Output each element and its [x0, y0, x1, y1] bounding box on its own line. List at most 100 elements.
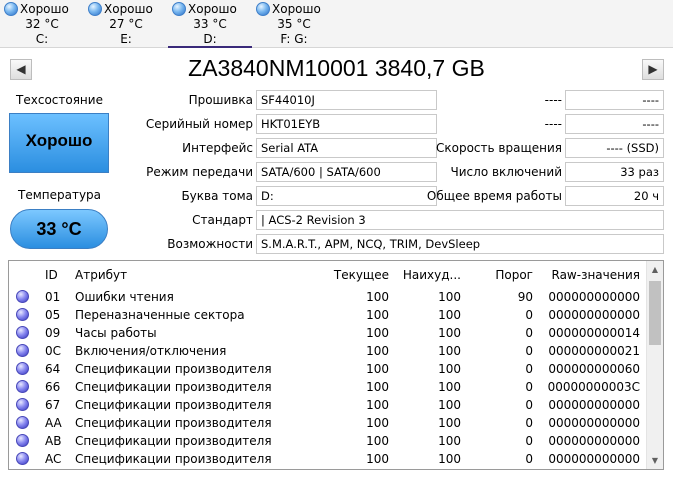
cell-current: 100: [366, 362, 389, 376]
cell-current: 100: [366, 380, 389, 394]
disk-selector-bar: Хорошо 32 °C C: Хорошо 27 °C E: Хорошо 3…: [0, 0, 673, 48]
cell-attribute: Спецификации производителя: [75, 380, 272, 394]
cell-raw: 000000000000: [548, 416, 640, 430]
attribute-status-icon: [16, 308, 29, 321]
cell-id: 05: [45, 308, 61, 322]
attribute-status-icon: [16, 290, 29, 303]
volume-label: Буква тома: [181, 189, 253, 203]
table-row[interactable]: AC Спецификации производителя 100 100 0 …: [9, 450, 647, 468]
cell-current: 100: [366, 398, 389, 412]
cell-raw: 000000000000: [548, 434, 640, 448]
cell-id: 01: [45, 290, 61, 304]
health-label: Техсостояние: [16, 93, 103, 107]
disk-temp: 32 °C: [25, 17, 59, 31]
reserved-field-1: ----: [565, 90, 664, 110]
cell-attribute: Спецификации производителя: [75, 452, 272, 466]
cell-threshold: 0: [525, 416, 533, 430]
active-tab-indicator: [168, 46, 252, 48]
col-attribute[interactable]: Атрибут: [75, 268, 127, 282]
cell-id: AC: [45, 452, 62, 466]
temperature-value: 33 °C: [36, 219, 82, 239]
cell-threshold: 0: [525, 308, 533, 322]
cell-threshold: 0: [525, 362, 533, 376]
disk-letter: E:: [120, 32, 132, 46]
interface-field: Serial ATA: [256, 138, 437, 158]
disk-status: Хорошо: [20, 2, 69, 16]
col-raw[interactable]: Raw-значения: [552, 268, 641, 282]
cell-worst: 100: [438, 416, 461, 430]
disk-tab-e[interactable]: Хорошо 27 °C E:: [84, 0, 168, 47]
cell-threshold: 0: [525, 452, 533, 466]
disk-status: Хорошо: [104, 2, 153, 16]
scroll-up-icon[interactable]: ▲: [647, 261, 663, 278]
cell-current: 100: [366, 326, 389, 340]
table-row[interactable]: AB Спецификации производителя 100 100 0 …: [9, 432, 647, 450]
cell-worst: 100: [438, 452, 461, 466]
cell-worst: 100: [438, 326, 461, 340]
reserved-label-1: ----: [544, 93, 562, 107]
cell-raw: 000000000000: [548, 308, 640, 322]
features-field: S.M.A.R.T., APM, NCQ, TRIM, DevSleep: [256, 234, 664, 254]
standard-field: | ACS-2 Revision 3: [256, 210, 664, 230]
col-id[interactable]: ID: [45, 268, 58, 282]
table-row[interactable]: 09 Часы работы 100 100 0 000000000014: [9, 324, 647, 342]
reserved-field-2: ----: [565, 114, 664, 134]
table-row[interactable]: 05 Переназначенные сектора 100 100 0 000…: [9, 306, 647, 324]
transfer-mode-label: Режим передачи: [146, 165, 253, 179]
cell-id: 0C: [45, 344, 62, 358]
cell-threshold: 0: [525, 434, 533, 448]
disk-model-title: ZA3840NM10001 3840,7 GB: [188, 55, 485, 81]
serial-label: Серийный номер: [145, 117, 253, 131]
disk-temp: 33 °C: [193, 17, 227, 31]
scroll-thumb[interactable]: [649, 281, 661, 345]
table-row[interactable]: 01 Ошибки чтения 100 100 90 000000000000: [9, 288, 647, 306]
cell-attribute: Ошибки чтения: [75, 290, 174, 304]
attribute-status-icon: [16, 362, 29, 375]
attribute-status-icon: [16, 344, 29, 357]
rotation-speed-field: ---- (SSD): [565, 138, 664, 158]
attribute-status-icon: [16, 452, 29, 465]
cell-raw: 000000000000: [548, 398, 640, 412]
col-current[interactable]: Текущее: [334, 268, 389, 282]
disk-tab-c[interactable]: Хорошо 32 °C C:: [0, 0, 84, 47]
cell-current: 100: [366, 434, 389, 448]
rotation-speed-label: Скорость вращения: [436, 141, 562, 155]
table-row[interactable]: 64 Спецификации производителя 100 100 0 …: [9, 360, 647, 378]
cell-worst: 100: [438, 362, 461, 376]
interface-label: Интерфейс: [182, 141, 253, 155]
table-row[interactable]: AA Спецификации производителя 100 100 0 …: [9, 414, 647, 432]
health-status-button[interactable]: Хорошо: [9, 113, 109, 173]
col-threshold[interactable]: Порог: [495, 268, 533, 282]
cell-worst: 100: [438, 308, 461, 322]
disk-tab-f-g[interactable]: Хорошо 35 °C F: G:: [252, 0, 336, 47]
disk-tab-d[interactable]: Хорошо 33 °C D:: [168, 0, 252, 48]
cell-threshold: 0: [525, 344, 533, 358]
cell-attribute: Спецификации производителя: [75, 434, 272, 448]
table-scrollbar[interactable]: ▲ ▼: [646, 261, 663, 469]
cell-threshold: 0: [525, 380, 533, 394]
disk-letter: F: G:: [280, 32, 308, 46]
cell-attribute: Переназначенные сектора: [75, 308, 245, 322]
disk-status: Хорошо: [188, 2, 237, 16]
cell-worst: 100: [438, 290, 461, 304]
next-disk-button[interactable]: ▶: [642, 59, 664, 80]
cell-threshold: 0: [525, 398, 533, 412]
cell-raw: 000000000000: [548, 290, 640, 304]
cell-current: 100: [366, 344, 389, 358]
table-row[interactable]: 66 Спецификации производителя 100 100 0 …: [9, 378, 647, 396]
table-row[interactable]: 0C Включения/отключения 100 100 0 000000…: [9, 342, 647, 360]
col-worst[interactable]: Наихуд...: [403, 268, 461, 282]
smart-table[interactable]: ID Атрибут Текущее Наихуд... Порог Raw-з…: [8, 260, 664, 470]
cell-current: 100: [366, 290, 389, 304]
cell-id: AB: [45, 434, 62, 448]
cell-threshold: 90: [517, 290, 533, 304]
cell-attribute: Включения/отключения: [75, 344, 227, 358]
cell-attribute: Спецификации производителя: [75, 416, 272, 430]
cell-id: AA: [45, 416, 62, 430]
scroll-down-icon[interactable]: ▼: [647, 452, 663, 469]
table-row[interactable]: 67 Спецификации производителя 100 100 0 …: [9, 396, 647, 414]
cell-current: 100: [366, 308, 389, 322]
cell-current: 100: [366, 416, 389, 430]
cell-worst: 100: [438, 344, 461, 358]
attribute-status-icon: [16, 434, 29, 447]
